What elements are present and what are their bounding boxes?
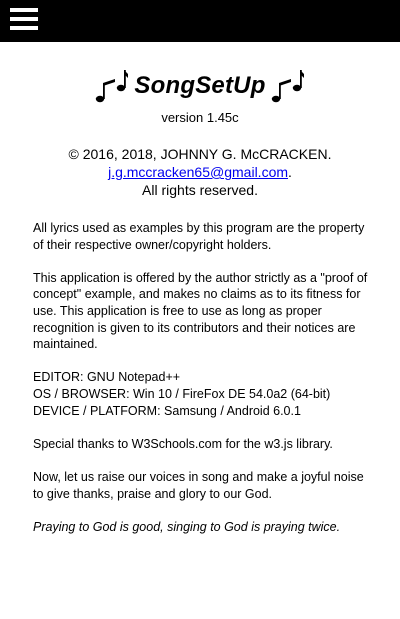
email-line: j.g.mccracken65@gmail.com. xyxy=(0,163,400,181)
email-link[interactable]: j.g.mccracken65@gmail.com xyxy=(108,164,288,180)
version-label: version 1.45c xyxy=(161,110,239,125)
environment-info: EDITOR: GNU Notepad++ OS / BROWSER: Win … xyxy=(33,369,369,419)
thanks-line: Special thanks to W3Schools.com for the … xyxy=(33,436,333,451)
top-bar xyxy=(0,0,400,42)
hamburger-menu-icon[interactable] xyxy=(10,6,40,34)
device-line: DEVICE / PLATFORM: Samsung / Android 6.0… xyxy=(33,403,301,418)
quote-line: Praying to God is good, singing to God i… xyxy=(33,519,341,534)
os-browser-line: OS / BROWSER: Win 10 / FireFox DE 54.0a2… xyxy=(33,386,331,401)
music-notes-icon-left xyxy=(96,70,129,103)
rights-line: All rights reserved. xyxy=(142,182,258,198)
title-row: SongSetUp xyxy=(0,62,400,106)
email-suffix: . xyxy=(288,164,292,180)
concept-notice: This application is offered by the autho… xyxy=(33,270,368,352)
lyrics-notice: All lyrics used as examples by this prog… xyxy=(33,221,365,252)
music-notes-icon-right xyxy=(271,70,304,103)
editor-line: EDITOR: GNU Notepad++ xyxy=(33,370,181,385)
copyright-block: © 2016, 2018, JOHNNY G. McCRACKEN. j.g.m… xyxy=(0,145,400,199)
copyright-line: © 2016, 2018, JOHNNY G. McCRACKEN. xyxy=(68,146,332,162)
app-title: SongSetUp xyxy=(134,72,266,99)
about-content: All lyrics used as examples by this prog… xyxy=(33,220,369,552)
closing-paragraph: Now, let us raise our voices in song and… xyxy=(33,469,364,501)
app-header: SongSetUp version 1.45c xyxy=(0,62,400,125)
